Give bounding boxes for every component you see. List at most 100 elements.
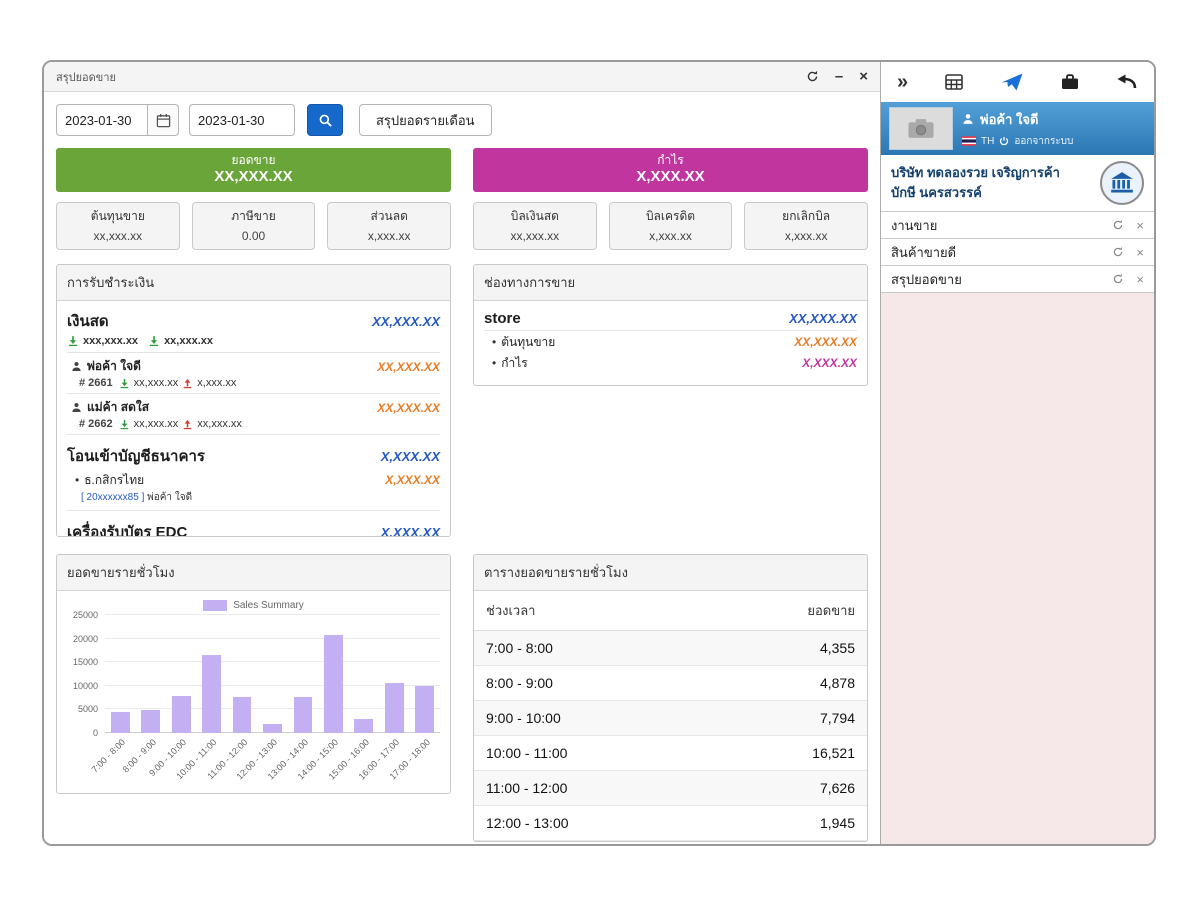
sales-banner-value: XX,XXX.XX [214, 168, 293, 186]
time-range-cell: 11:00 - 12:00 [486, 780, 568, 796]
user-icon [963, 114, 973, 124]
company-branch: บักษี นครสวรรค์ [891, 185, 982, 200]
transfer-account-holder: พ่อค้า ใจดี [147, 492, 193, 503]
table-row: 12:00 - 13:00 1,945 [474, 806, 867, 841]
chart-bar [415, 685, 435, 733]
sales-value-cell: 7,626 [819, 780, 855, 796]
window-refresh-button[interactable] [806, 70, 819, 83]
transfer-total-row: โอนเข้าบัญชีธนาคาร X,XXX.XX [67, 440, 440, 469]
thai-flag-icon [962, 136, 976, 146]
hourly-table-body: 7:00 - 8:00 4,355 8:00 - 9:00 4,878 9:00 - 1… [474, 631, 867, 841]
user-panel: พ่อค้า ใจดี TH ออกจากระบบ [881, 102, 1154, 155]
window-titlebar: สรุปยอดขาย – × [44, 62, 880, 92]
user-photo[interactable] [889, 107, 953, 150]
bar-slot [166, 615, 196, 733]
window-close-button[interactable]: × [859, 69, 868, 84]
stat-label: ยกเลิกบิล [782, 209, 831, 223]
send-icon[interactable] [1000, 72, 1024, 92]
sales-banner-label: ยอดขาย [231, 153, 276, 168]
cashier-in-amount: xx,xxx.xx [133, 418, 179, 430]
cash-total-value: XX,XXX.XX [372, 314, 440, 329]
chart-bar [141, 709, 161, 733]
chart-bar [293, 696, 313, 733]
cash-in2-icon [148, 335, 160, 347]
store-row: store XX,XXX.XX [484, 305, 857, 331]
payments-panel-body: เงินสด XX,XXX.XX xxx,xxx.xx xx,xxx.xx พ่… [57, 301, 450, 537]
refresh-icon [807, 70, 818, 82]
sales-value-cell: 1,945 [819, 815, 855, 831]
bar-slot [410, 615, 440, 733]
calendar-button[interactable] [147, 104, 179, 136]
cash-in-icon [119, 378, 130, 389]
close-icon[interactable]: × [1136, 246, 1144, 259]
cashier-row: พ่อค้า ใจดี XX,XXX.XX [67, 353, 440, 376]
bar-slot [318, 615, 348, 733]
stat-value: x,xxx.xx [784, 229, 828, 243]
cashier-total: XX,XXX.XX [377, 359, 440, 374]
search-button[interactable] [307, 104, 343, 136]
cashier-name-wrap: แม่ค้า สดใส [71, 398, 149, 417]
x-tick-slot: 17:00 - 18:00 [387, 733, 440, 787]
monthly-summary-button[interactable]: สรุปยอดรายเดือน [359, 104, 492, 136]
cash-label: เงินสด [67, 313, 109, 330]
bill-stats-group: บิลเงินสด xx,xxx.xx บิลเครดิต x,xxx.xx ย… [473, 202, 869, 250]
channels-panel-body: store XX,XXX.XX • ต้นทุนขาย XX,XXX.XX • กำ… [474, 301, 867, 379]
cashier-name: แม่ค้า สดใส [87, 400, 150, 414]
stat-void-bills: ยกเลิกบิล x,xxx.xx [744, 202, 869, 250]
right-column: ช่องทางการขาย store XX,XXX.XX • ต้นทุนขาย… [473, 264, 868, 842]
channels-panel-header: ช่องทางการขาย [474, 265, 867, 301]
y-tick-label: 15000 [72, 657, 98, 668]
refresh-icon[interactable] [1112, 273, 1124, 285]
user-info: พ่อค้า ใจดี TH ออกจากระบบ [962, 109, 1073, 149]
cash-in2-amount: xx,xxx.xx [164, 335, 213, 347]
app-window: สรุปยอดขาย – × สรุปยอดรายเดือน [42, 60, 1156, 846]
menu-item-label: งานขาย [891, 217, 938, 233]
cash-total-row: เงินสด XX,XXX.XX [67, 305, 440, 334]
stat-label: ต้นทุนขาย [90, 209, 145, 223]
sales-value-cell: 4,878 [819, 675, 855, 691]
sidebar-menu-item[interactable]: งานขาย × [881, 212, 1154, 239]
date-from-input[interactable] [56, 104, 148, 136]
transfer-label: โอนเข้าบัญชีธนาคาร [67, 448, 205, 465]
user-meta-row: TH ออกจากระบบ [962, 134, 1073, 149]
language-label[interactable]: TH [981, 136, 994, 147]
chart-panel-body: Sales Summary 0 5000 10000 15000 20000 25000 … [57, 591, 450, 793]
sidebar-menu-item[interactable]: สินค้าขายดี × [881, 239, 1154, 266]
power-icon[interactable] [999, 136, 1009, 146]
window-minimize-button[interactable]: – [835, 69, 843, 84]
undo-icon[interactable] [1116, 73, 1138, 92]
bar-slot [257, 615, 287, 733]
bullet: • [492, 356, 497, 370]
edc-label: เครื่องรับบัตร EDC [67, 524, 188, 537]
cash-out-icon [182, 378, 193, 389]
bar-slot [288, 615, 318, 733]
cashier-row: แม่ค้า สดใส XX,XXX.XX [67, 394, 440, 417]
y-tick-label: 10000 [72, 680, 98, 691]
sidebar-menu-item[interactable]: สรุปยอดขาย × [881, 266, 1154, 293]
profit-banner: กำไร X,XXX.XX [473, 148, 868, 192]
chart-legend: Sales Summary [67, 600, 440, 611]
close-icon[interactable]: × [1136, 219, 1144, 232]
window-title: สรุปยอดขาย [56, 71, 116, 84]
logout-link[interactable]: ออกจากระบบ [1014, 134, 1073, 149]
transfer-total-value: X,XXX.XX [380, 449, 440, 464]
report-table-icon[interactable] [944, 72, 964, 92]
date-to-input[interactable] [189, 104, 295, 136]
legend-swatch [203, 600, 228, 611]
main-pane: สรุปยอดขาย – × สรุปยอดรายเดือน [44, 62, 880, 844]
transfer-bank-name: ธ.กสิกรไทย [84, 473, 145, 487]
person-icon [71, 402, 82, 413]
briefcase-icon[interactable] [1060, 72, 1080, 92]
menu-item-label: สินค้าขายดี [891, 244, 957, 260]
table-row: 8:00 - 9:00 4,878 [474, 666, 867, 701]
refresh-icon[interactable] [1112, 219, 1124, 231]
table-row: 11:00 - 12:00 7,626 [474, 771, 867, 806]
collapse-sidebar-icon[interactable]: » [897, 72, 908, 92]
time-range-cell: 12:00 - 13:00 [486, 815, 569, 831]
store-profit-row: • กำไร X,XXX.XX [484, 352, 857, 373]
refresh-icon[interactable] [1112, 246, 1124, 258]
bar-slot [105, 615, 135, 733]
bullet: • [492, 335, 497, 349]
stat-tax: ภาษีขาย 0.00 [191, 202, 316, 250]
close-icon[interactable]: × [1136, 273, 1144, 286]
